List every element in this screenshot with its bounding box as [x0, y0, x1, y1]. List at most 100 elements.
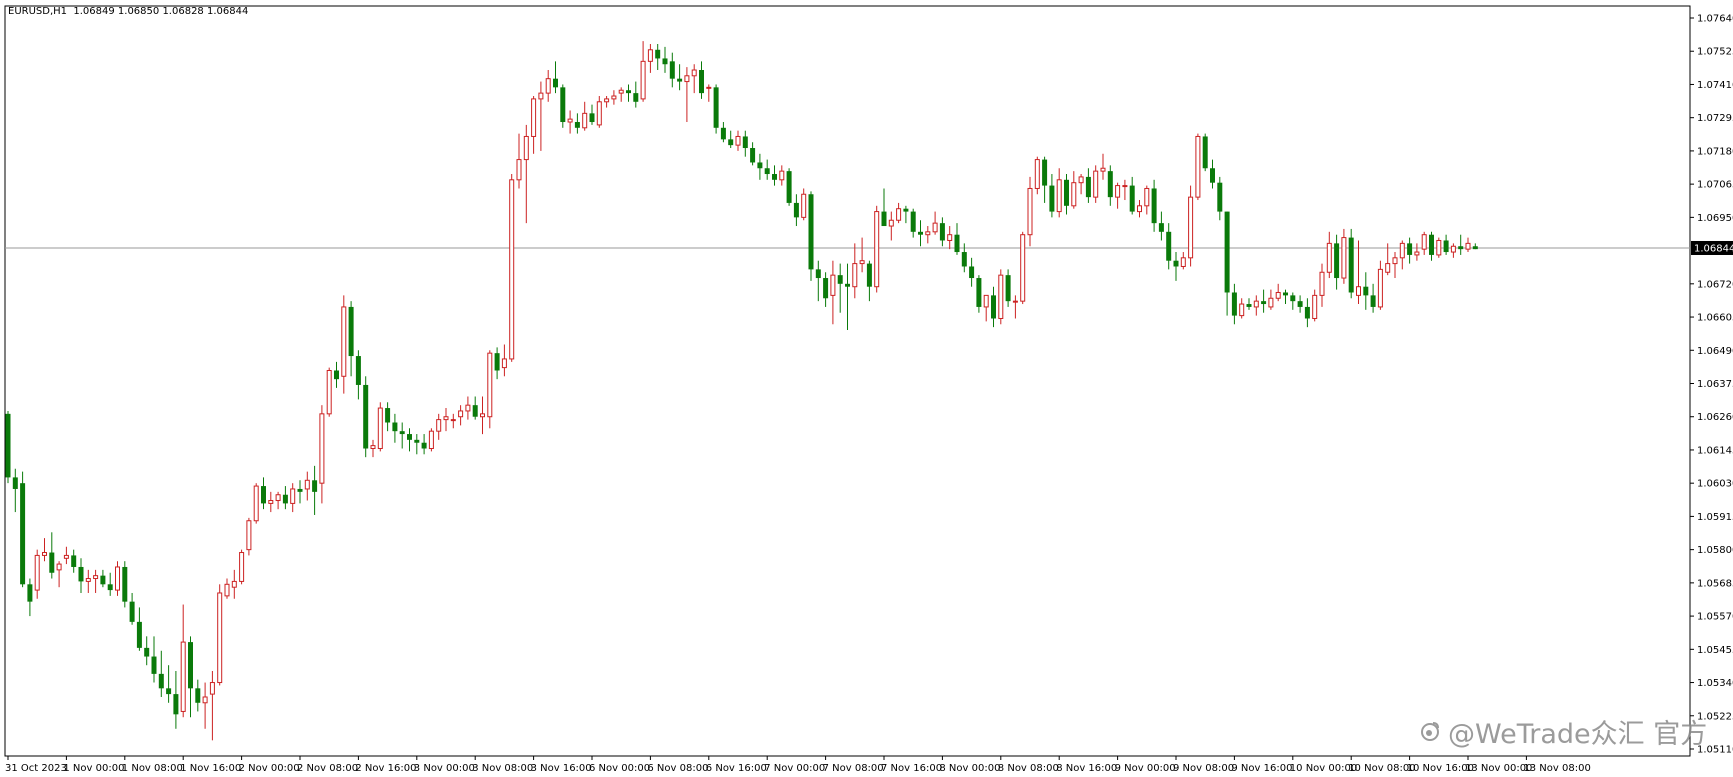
- y-tick-label: 1.06375: [1697, 379, 1733, 390]
- candle-body-bear: [910, 211, 916, 232]
- ohlc-values: 1.06849 1.06850 1.06828 1.06844: [73, 6, 249, 17]
- x-tick-label: 6 Nov 00:00: [589, 763, 650, 774]
- candle: [326, 367, 332, 417]
- candle-body-bull: [596, 101, 602, 126]
- candle-body-bear: [793, 202, 799, 218]
- candle-body-bull: [217, 592, 223, 684]
- candle: [640, 41, 646, 102]
- candle: [918, 220, 923, 247]
- candle-body-bull: [253, 485, 259, 522]
- candle: [1012, 295, 1018, 319]
- candle: [677, 64, 683, 91]
- candle-body-bear: [71, 555, 77, 567]
- candle: [93, 569, 99, 593]
- candle: [772, 165, 777, 186]
- candle-body-bull: [735, 135, 741, 146]
- y-tick-label: 1.05570: [1697, 612, 1733, 623]
- candle-body-bear: [655, 49, 661, 59]
- candle: [115, 561, 120, 596]
- candle-body-bull: [1392, 257, 1398, 265]
- candle: [494, 347, 500, 380]
- candle: [385, 402, 391, 432]
- candle-body-bear: [939, 223, 945, 241]
- candle: [268, 491, 274, 513]
- candle-body-bear: [1202, 136, 1208, 169]
- candle: [793, 194, 799, 227]
- candle-body-bear: [1334, 243, 1340, 279]
- candle: [969, 257, 975, 287]
- candle: [136, 607, 142, 651]
- candle: [1034, 156, 1040, 195]
- candle-body-bull: [231, 580, 237, 588]
- candle: [1100, 153, 1106, 180]
- candle: [377, 402, 383, 452]
- candle: [334, 361, 339, 388]
- candle-body-bull: [859, 260, 865, 265]
- candle-body-bear: [713, 87, 719, 128]
- candle: [1261, 289, 1267, 313]
- candle: [1027, 176, 1033, 247]
- candle-body-bear: [472, 405, 478, 417]
- chart-window[interactable]: 1.07640 1.07525 1.07410 1.07295 1.07180 1.070…: [0, 0, 1733, 777]
- candle: [633, 81, 639, 108]
- price-axis[interactable]: 1.07640 1.07525 1.07410 1.07295 1.07180 1.070…: [1690, 14, 1733, 756]
- candle-body-bear: [720, 127, 726, 140]
- candle-body-bull: [1056, 179, 1062, 213]
- candle: [582, 101, 588, 131]
- candle-body-bear: [662, 58, 668, 65]
- candle-body-bear: [976, 278, 982, 307]
- candle: [728, 130, 734, 149]
- candle-body-bear: [1166, 231, 1172, 261]
- candle: [1341, 228, 1347, 284]
- candle-body-bear: [786, 171, 792, 203]
- candle-body-bear: [261, 486, 266, 504]
- candle: [341, 295, 347, 394]
- candle-body-bull: [1071, 182, 1077, 207]
- candle: [1472, 243, 1478, 250]
- candle: [5, 410, 11, 484]
- candle-body-bull: [42, 552, 47, 556]
- candle: [12, 468, 18, 513]
- candle: [1283, 289, 1288, 305]
- candle-body-bull: [1436, 239, 1442, 256]
- candle: [983, 294, 989, 322]
- candle-body-bull: [377, 407, 383, 450]
- candle: [1188, 185, 1194, 267]
- y-tick-label: 1.06605: [1697, 313, 1733, 324]
- candle-body-bear: [399, 431, 405, 435]
- candle: [253, 483, 259, 524]
- candle-body-bull: [1275, 291, 1281, 299]
- candle-body-bear: [1224, 211, 1230, 293]
- y-tick-label: 1.06030: [1697, 479, 1733, 490]
- candle: [480, 396, 485, 435]
- x-tick-label: 3 Nov 08:00: [472, 763, 533, 774]
- candle-body-bull: [1078, 176, 1084, 184]
- candle: [407, 428, 412, 452]
- candle-body-bull: [706, 86, 712, 89]
- candlestick-chart[interactable]: 1.07640 1.07525 1.07410 1.07295 1.07180 1.070…: [0, 0, 1733, 777]
- candle: [166, 665, 172, 703]
- y-tick-label: 1.07410: [1697, 80, 1733, 91]
- y-tick-label: 1.07640: [1697, 14, 1733, 25]
- candle-body-bull: [209, 682, 215, 695]
- candle: [1458, 234, 1464, 255]
- candle: [699, 61, 704, 99]
- candle-body-bull: [1115, 185, 1121, 198]
- candle-body-bull: [1180, 257, 1186, 267]
- candle-body-bear: [49, 552, 55, 573]
- time-axis[interactable]: 31 Oct 20231 Nov 00:001 Nov 08:001 Nov 1…: [5, 756, 1591, 774]
- x-tick-label: 8 Nov 00:00: [939, 763, 1000, 774]
- candle-body-bull: [450, 419, 456, 422]
- candle: [144, 636, 150, 666]
- candle: [888, 211, 894, 241]
- candle: [1246, 298, 1252, 310]
- candle: [954, 223, 960, 255]
- x-tick-label: 8 Nov 08:00: [998, 763, 1059, 774]
- candle: [458, 405, 464, 426]
- candle-body-bull: [93, 575, 99, 580]
- candle: [706, 84, 712, 102]
- candle: [837, 263, 843, 313]
- candle-body-bull: [319, 413, 325, 484]
- x-tick-label: 7 Nov 00:00: [764, 763, 825, 774]
- candle-body-bear: [494, 353, 500, 371]
